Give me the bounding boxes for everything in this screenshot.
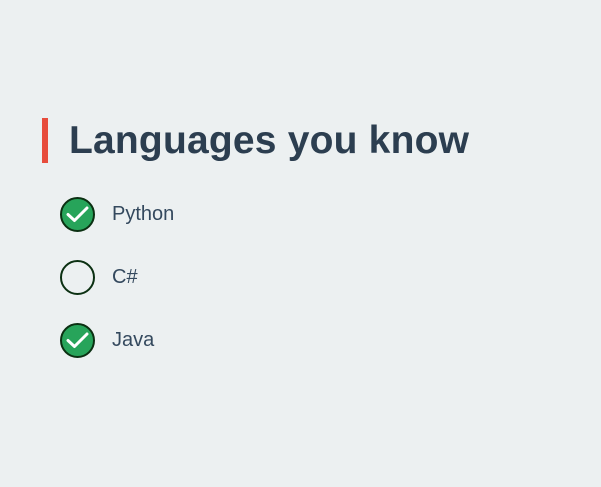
- language-options: Python C# Java: [60, 196, 174, 385]
- checkbox-java[interactable]: [60, 322, 95, 358]
- option-label: Java: [112, 328, 155, 351]
- option-label: Python: [112, 202, 175, 225]
- section-heading: Languages you know: [42, 118, 469, 163]
- checkbox-csharp[interactable]: [60, 259, 95, 295]
- check-icon: [66, 332, 89, 348]
- page-title: Languages you know: [69, 119, 470, 162]
- heading-accent-bar: [42, 118, 48, 163]
- option-java[interactable]: Java: [60, 322, 174, 358]
- option-csharp[interactable]: C#: [60, 259, 174, 295]
- checkbox-python[interactable]: [60, 196, 95, 232]
- option-python[interactable]: Python: [60, 196, 174, 232]
- option-label: C#: [112, 265, 138, 288]
- check-icon: [66, 206, 89, 222]
- languages-section: Languages you know Python C# Java: [42, 118, 469, 358]
